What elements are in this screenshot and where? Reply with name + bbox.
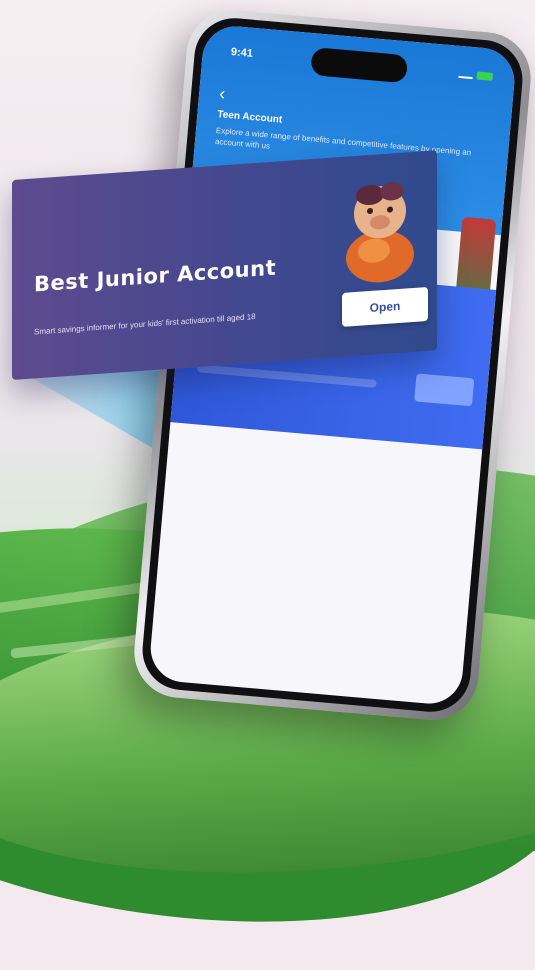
open-button[interactable]: Open bbox=[342, 286, 428, 327]
battery-icon bbox=[476, 71, 494, 81]
status-time: 9:41 bbox=[230, 45, 254, 60]
promo-subtitle: Smart savings informer for your kids' fi… bbox=[34, 311, 256, 337]
promo-card: Best Junior Account Smart savings inform… bbox=[12, 150, 437, 380]
card-button[interactable] bbox=[414, 373, 475, 407]
piggy-character-icon bbox=[346, 182, 414, 283]
promo-title: Best Junior Account bbox=[34, 255, 277, 297]
placeholder-line bbox=[196, 364, 377, 388]
chevron-left-icon[interactable]: ‹ bbox=[218, 83, 226, 104]
status-icons bbox=[458, 67, 494, 84]
header-title: Teen Account bbox=[216, 109, 283, 126]
signal-icon bbox=[458, 67, 474, 80]
